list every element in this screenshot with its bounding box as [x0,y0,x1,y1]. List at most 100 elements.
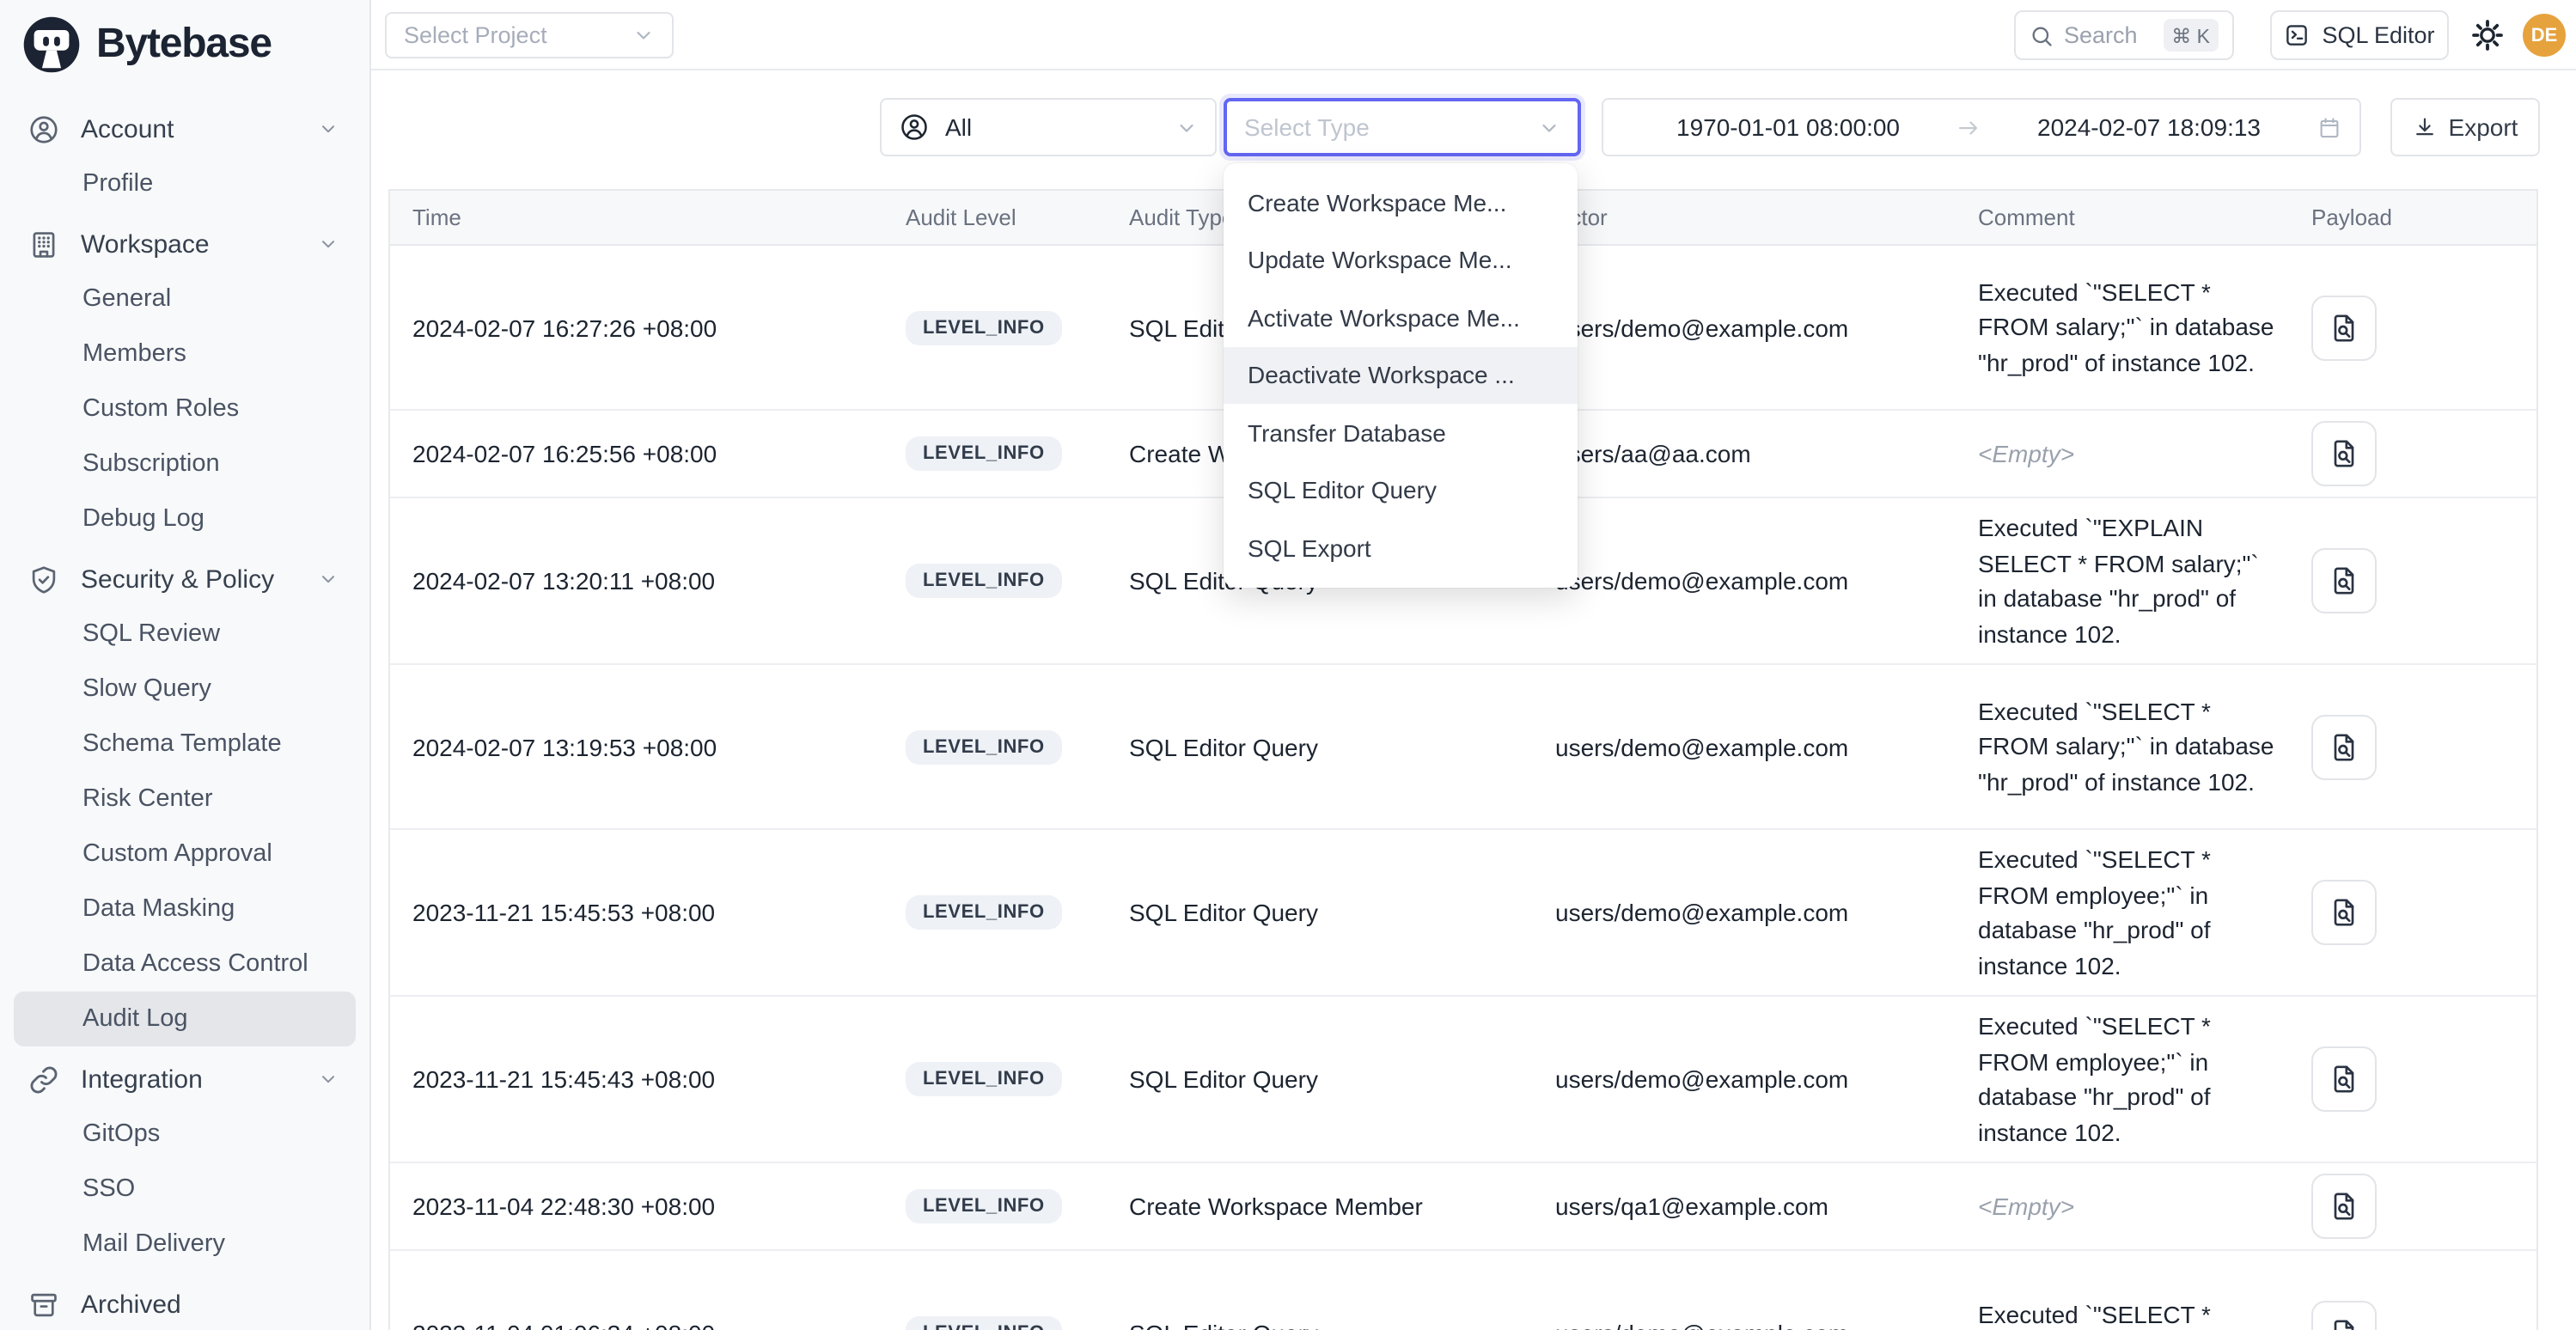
sidebar-item-sql-review[interactable]: SQL Review [0,607,369,662]
sidebar-item-gitops[interactable]: GitOps [0,1107,369,1162]
payload-view-button[interactable] [2311,548,2377,613]
sidebar-item-archived[interactable]: Archived [0,1277,369,1330]
avatar[interactable]: DE [2523,14,2566,57]
type-filter-select[interactable]: Select Type [1224,98,1581,156]
sidebar-item-custom-approval[interactable]: Custom Approval [0,827,369,882]
column-header-comment: Comment [1978,204,2298,230]
cell-time: 2024-02-07 13:20:11 +08:00 [390,567,906,595]
cell-audit-level: LEVEL_INFO [906,1062,1129,1096]
sidebar-item-label: Integration [81,1065,203,1094]
cell-payload [2298,869,2538,955]
sidebar-item-risk-center[interactable]: Risk Center [0,772,369,827]
gear-icon[interactable] [2469,17,2506,53]
sidebar-item-workspace[interactable]: Workspace [0,217,369,271]
payload-view-button[interactable] [2311,1174,2377,1239]
sidebar-item-slow-query[interactable]: Slow Query [0,662,369,717]
audit-level-badge: LEVEL_INFO [906,895,1062,930]
sql-editor-label: SQL Editor [2322,22,2434,48]
sidebar-item-custom-roles[interactable]: Custom Roles [0,381,369,436]
export-button[interactable]: Export [2390,98,2540,156]
sidebar-item-label: Audit Log [82,1005,188,1033]
type-menu-item-update-workspace-me[interactable]: Update Workspace Me... [1224,231,1578,289]
table-row: 2023-11-04 01:06:34 +08:00LEVEL_INFOSQL … [390,1251,2536,1330]
sidebar-item-label: Slow Query [82,675,211,703]
chevron-down-icon [318,234,339,254]
cell-payload [2298,704,2538,790]
sidebar-item-debug-log[interactable]: Debug Log [0,491,369,546]
sidebar-item-label: Subscription [82,450,220,478]
cell-payload [2298,411,2538,497]
user-circle-icon [27,113,60,145]
sidebar-item-label: GitOps [82,1120,160,1148]
cell-payload [2298,1163,2538,1249]
sidebar-item-label: General [82,285,171,313]
sidebar-item-audit-log[interactable]: Audit Log [14,991,356,1046]
cell-actor: users/demo@example.com [1548,1319,1978,1330]
file-search-icon [2327,436,2361,471]
cell-payload [2298,1290,2538,1330]
cell-comment: <Empty> [1978,424,2298,484]
cell-time: 2023-11-21 15:45:43 +08:00 [390,1065,906,1093]
export-label: Export [2449,113,2518,141]
type-menu-item-deactivate-workspace[interactable]: Deactivate Workspace ... [1224,346,1578,404]
sidebar-item-profile[interactable]: Profile [0,156,369,211]
sidebar-item-general[interactable]: General [0,271,369,326]
sidebar-item-label: Security & Policy [81,564,274,594]
cell-actor: users/demo@example.com [1548,899,1978,926]
payload-view-button[interactable] [2311,421,2377,486]
sidebar-item-sso[interactable]: SSO [0,1162,369,1217]
search-shortcut-badge: ⌘ K [2163,19,2219,52]
date-range-picker[interactable]: 1970-01-01 08:00:00 2024-02-07 18:09:13 [1602,98,2361,156]
type-filter-menu: Create Workspace Me...Update Workspace M… [1224,163,1578,587]
sidebar: Bytebase Account Profile Workspace General M… [0,0,371,1330]
actor-filter-select[interactable]: All [880,98,1217,156]
date-to-value[interactable]: 2024-02-07 18:09:13 [1981,113,2317,141]
project-select[interactable]: Select Project [385,12,674,58]
sidebar-item-subscription[interactable]: Subscription [0,436,369,491]
cell-comment: Executed `"SELECT * FROM employee;"` in … [1978,830,2298,995]
cell-time: 2024-02-07 16:25:56 +08:00 [390,440,906,467]
actor-filter-value: All [945,113,972,141]
type-menu-item-sql-editor-query[interactable]: SQL Editor Query [1224,461,1578,519]
brand-logo[interactable]: Bytebase [0,0,369,74]
cell-audit-level: LEVEL_INFO [906,729,1129,764]
payload-view-button[interactable] [2311,1300,2377,1330]
file-search-icon [2327,729,2361,764]
chevron-down-icon [318,569,339,589]
archive-box-icon [27,1288,60,1321]
search-input[interactable]: Search ⌘ K [2014,10,2234,60]
type-menu-item-activate-workspace-me[interactable]: Activate Workspace Me... [1224,289,1578,346]
type-menu-item-sql-export[interactable]: SQL Export [1224,519,1578,577]
link-icon [27,1063,60,1095]
sidebar-item-integration[interactable]: Integration [0,1052,369,1107]
bytebase-app: Bytebase Account Profile Workspace General M… [0,0,2576,1330]
sql-editor-button[interactable]: SQL Editor [2270,10,2449,60]
payload-view-button[interactable] [2311,295,2377,360]
type-menu-item-transfer-database[interactable]: Transfer Database [1224,404,1578,461]
cell-audit-level: LEVEL_INFO [906,564,1129,598]
sidebar-item-data-access-control[interactable]: Data Access Control [0,936,369,991]
sidebar-item-label: Data Masking [82,895,235,923]
cell-audit-type: SQL Editor Query [1129,899,1548,926]
sidebar-item-security-policy[interactable]: Security & Policy [0,552,369,607]
sidebar-item-members[interactable]: Members [0,326,369,381]
chevron-down-icon [318,119,339,139]
payload-view-button[interactable] [2311,714,2377,779]
type-menu-item-create-workspace-me[interactable]: Create Workspace Me... [1224,174,1578,231]
sidebar-item-label: Mail Delivery [82,1230,225,1258]
sidebar-item-label: Data Access Control [82,950,308,978]
payload-view-button[interactable] [2311,880,2377,945]
sidebar-item-label: Risk Center [82,785,213,813]
payload-view-button[interactable] [2311,1046,2377,1112]
sidebar-item-account[interactable]: Account [0,101,369,156]
sidebar-item-label: Debug Log [82,505,204,533]
date-from-value[interactable]: 1970-01-01 08:00:00 [1621,113,1956,141]
chevron-down-icon [632,24,655,46]
sidebar-item-data-masking[interactable]: Data Masking [0,882,369,936]
project-select-placeholder: Select Project [404,22,547,48]
file-search-icon [2327,1315,2361,1330]
cell-actor: users/aa@aa.com [1548,440,1978,467]
sidebar-item-schema-template[interactable]: Schema Template [0,717,369,772]
sidebar-item-label: Account [81,114,174,143]
sidebar-item-mail-delivery[interactable]: Mail Delivery [0,1217,369,1272]
